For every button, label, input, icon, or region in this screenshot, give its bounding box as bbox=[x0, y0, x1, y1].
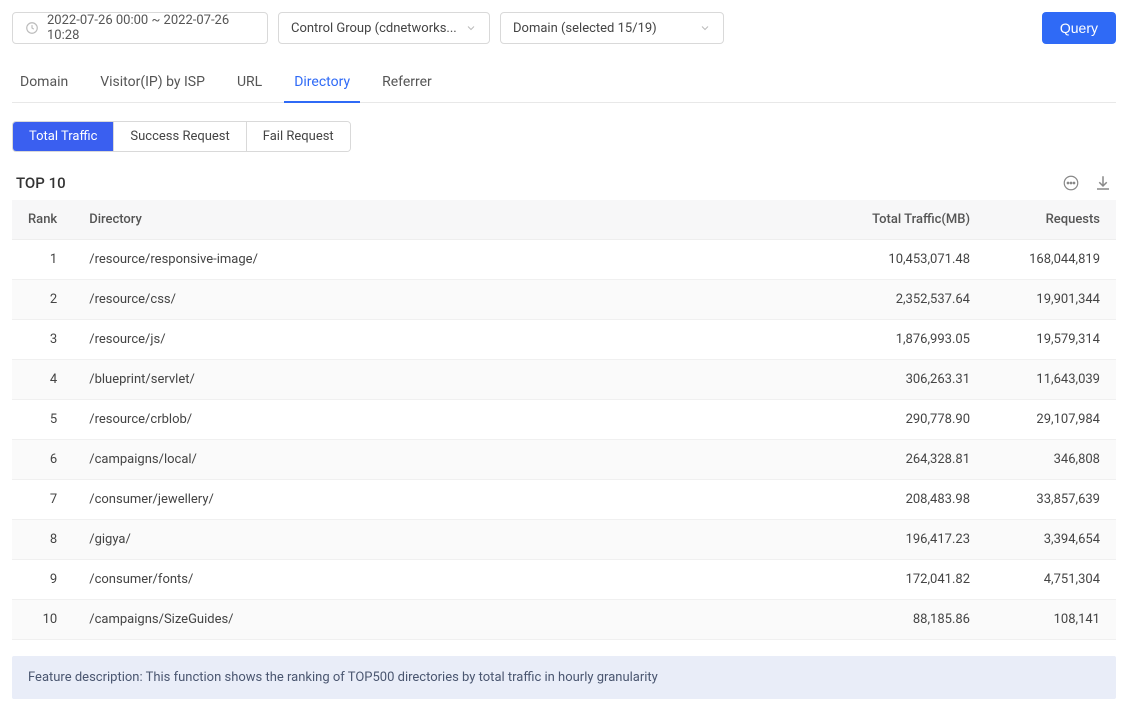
cell-rank: 9 bbox=[12, 560, 73, 600]
table-row: 5/resource/crblob/290,778.9029,107,984 bbox=[12, 400, 1116, 440]
table-row: 8/gigya/196,417.233,394,654 bbox=[12, 520, 1116, 560]
cell-requests: 33,857,639 bbox=[986, 480, 1116, 520]
table-row: 9/consumer/fonts/172,041.824,751,304 bbox=[12, 560, 1116, 600]
feature-description-banner: Feature description: This function shows… bbox=[12, 656, 1116, 699]
table-row: 4/blueprint/servlet/306,263.3111,643,039 bbox=[12, 360, 1116, 400]
table-row: 6/campaigns/local/264,328.81346,808 bbox=[12, 440, 1116, 480]
cell-rank: 3 bbox=[12, 320, 73, 360]
more-icon[interactable] bbox=[1062, 174, 1080, 192]
cell-requests: 168,044,819 bbox=[986, 240, 1116, 280]
main-tabs: Domain Visitor(IP) by ISP URL Directory … bbox=[12, 64, 1116, 103]
cell-traffic: 1,876,993.05 bbox=[836, 320, 986, 360]
col-requests: Requests bbox=[986, 200, 1116, 240]
tab-referrer[interactable]: Referrer bbox=[380, 64, 434, 102]
tab-directory[interactable]: Directory bbox=[292, 64, 352, 102]
control-group-select[interactable]: Control Group (cdnetworks... bbox=[278, 12, 490, 44]
chevron-down-icon bbox=[465, 22, 477, 34]
cell-rank: 1 bbox=[12, 240, 73, 280]
col-rank: Rank bbox=[12, 200, 73, 240]
domain-select[interactable]: Domain (selected 15/19) bbox=[500, 12, 724, 44]
cell-directory: /campaigns/SizeGuides/ bbox=[73, 600, 836, 640]
table-row: 7/consumer/jewellery/208,483.9833,857,63… bbox=[12, 480, 1116, 520]
query-button[interactable]: Query bbox=[1042, 12, 1116, 44]
cell-requests: 108,141 bbox=[986, 600, 1116, 640]
directory-table: Rank Directory Total Traffic(MB) Request… bbox=[12, 200, 1116, 640]
cell-requests: 346,808 bbox=[986, 440, 1116, 480]
cell-rank: 2 bbox=[12, 280, 73, 320]
table-row: 1/resource/responsive-image/10,453,071.4… bbox=[12, 240, 1116, 280]
filter-bar: 2022-07-26 00:00 ~ 2022-07-26 10:28 Cont… bbox=[12, 12, 1116, 44]
subtab-total-traffic[interactable]: Total Traffic bbox=[13, 122, 114, 151]
cell-traffic: 196,417.23 bbox=[836, 520, 986, 560]
cell-directory: /campaigns/local/ bbox=[73, 440, 836, 480]
cell-traffic: 306,263.31 bbox=[836, 360, 986, 400]
table-row: 3/resource/js/1,876,993.0519,579,314 bbox=[12, 320, 1116, 360]
tab-visitor-isp[interactable]: Visitor(IP) by ISP bbox=[98, 64, 207, 102]
domain-select-value: Domain (selected 15/19) bbox=[513, 21, 699, 36]
clock-icon bbox=[25, 21, 39, 35]
cell-traffic: 290,778.90 bbox=[836, 400, 986, 440]
cell-traffic: 208,483.98 bbox=[836, 480, 986, 520]
cell-rank: 5 bbox=[12, 400, 73, 440]
tab-domain[interactable]: Domain bbox=[18, 64, 70, 102]
date-range-picker[interactable]: 2022-07-26 00:00 ~ 2022-07-26 10:28 bbox=[12, 12, 268, 44]
cell-requests: 11,643,039 bbox=[986, 360, 1116, 400]
cell-directory: /resource/js/ bbox=[73, 320, 836, 360]
table-header-row: Rank Directory Total Traffic(MB) Request… bbox=[12, 200, 1116, 240]
cell-rank: 7 bbox=[12, 480, 73, 520]
cell-requests: 3,394,654 bbox=[986, 520, 1116, 560]
cell-rank: 8 bbox=[12, 520, 73, 560]
cell-directory: /consumer/fonts/ bbox=[73, 560, 836, 600]
cell-directory: /gigya/ bbox=[73, 520, 836, 560]
cell-rank: 10 bbox=[12, 600, 73, 640]
cell-directory: /resource/responsive-image/ bbox=[73, 240, 836, 280]
cell-requests: 19,579,314 bbox=[986, 320, 1116, 360]
date-range-value: 2022-07-26 00:00 ~ 2022-07-26 10:28 bbox=[47, 13, 255, 43]
section-actions bbox=[1062, 174, 1112, 192]
subtab-fail-request[interactable]: Fail Request bbox=[247, 122, 350, 151]
metric-subtabs: Total Traffic Success Request Fail Reque… bbox=[12, 121, 351, 152]
cell-traffic: 10,453,071.48 bbox=[836, 240, 986, 280]
download-icon[interactable] bbox=[1094, 174, 1112, 192]
cell-rank: 4 bbox=[12, 360, 73, 400]
subtab-success-request[interactable]: Success Request bbox=[114, 122, 246, 151]
cell-traffic: 88,185.86 bbox=[836, 600, 986, 640]
cell-directory: /consumer/jewellery/ bbox=[73, 480, 836, 520]
col-traffic: Total Traffic(MB) bbox=[836, 200, 986, 240]
tab-url[interactable]: URL bbox=[235, 64, 264, 102]
section-title: TOP 10 bbox=[16, 174, 66, 192]
table-row: 2/resource/css/2,352,537.6419,901,344 bbox=[12, 280, 1116, 320]
cell-requests: 19,901,344 bbox=[986, 280, 1116, 320]
chevron-down-icon bbox=[699, 22, 711, 34]
table-row: 10/campaigns/SizeGuides/88,185.86108,141 bbox=[12, 600, 1116, 640]
col-directory: Directory bbox=[73, 200, 836, 240]
cell-traffic: 172,041.82 bbox=[836, 560, 986, 600]
cell-traffic: 2,352,537.64 bbox=[836, 280, 986, 320]
cell-rank: 6 bbox=[12, 440, 73, 480]
cell-directory: /blueprint/servlet/ bbox=[73, 360, 836, 400]
cell-requests: 4,751,304 bbox=[986, 560, 1116, 600]
cell-requests: 29,107,984 bbox=[986, 400, 1116, 440]
section-header: TOP 10 bbox=[12, 174, 1116, 192]
cell-directory: /resource/crblob/ bbox=[73, 400, 836, 440]
cell-directory: /resource/css/ bbox=[73, 280, 836, 320]
cell-traffic: 264,328.81 bbox=[836, 440, 986, 480]
control-group-value: Control Group (cdnetworks... bbox=[291, 21, 465, 36]
